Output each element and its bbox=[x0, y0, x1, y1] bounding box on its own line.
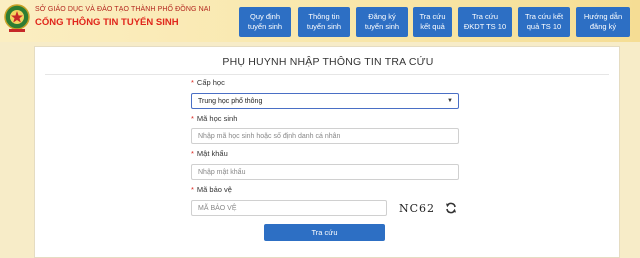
nav-admission-registration[interactable]: Đăng ký tuyển sinh bbox=[356, 7, 408, 37]
provincial-emblem-icon bbox=[4, 4, 30, 32]
site-header: SỞ GIÁO DỤC VÀ ĐÀO TẠO THÀNH PHỐ ĐỒNG NA… bbox=[0, 0, 640, 42]
captcha-image: NC62 bbox=[398, 201, 436, 215]
level-label: * Cấp học bbox=[191, 78, 225, 87]
organization-name: SỞ GIÁO DỤC VÀ ĐÀO TẠO THÀNH PHỐ ĐỒNG NA… bbox=[35, 6, 211, 13]
nav-registration-guide[interactable]: Hướng dẫn đăng ký bbox=[576, 7, 630, 37]
chevron-down-icon: ▼ bbox=[447, 98, 453, 104]
nav-label: Tra cứu kết quả TS 10 bbox=[524, 12, 564, 31]
nav-label: Thông tin tuyển sinh bbox=[306, 12, 342, 31]
form-title: PHỤ HUYNH NHẬP THÔNG TIN TRA CỨU bbox=[222, 56, 434, 68]
nav-lookup-registration-ts10[interactable]: Tra cứu ĐKDT TS 10 bbox=[458, 7, 512, 37]
nav-label: Quy định tuyển sinh bbox=[247, 12, 283, 31]
level-select-value: Trung học phổ thông bbox=[198, 97, 263, 105]
title-divider bbox=[45, 74, 609, 75]
student-id-label: * Mã học sinh bbox=[191, 114, 238, 123]
nav-label: Tra cứu ĐKDT TS 10 bbox=[463, 12, 507, 31]
nav-label: Tra cứu kết quả bbox=[419, 12, 446, 31]
nav-lookup-results[interactable]: Tra cứu kết quả bbox=[413, 7, 452, 37]
password-label: * Mật khẩu bbox=[191, 149, 228, 158]
nav-label: Đăng ký tuyển sinh bbox=[364, 12, 400, 31]
nav-label: Hướng dẫn đăng ký bbox=[583, 12, 623, 31]
captcha-label: * Mã bảo vệ bbox=[191, 185, 232, 194]
nav-regulations[interactable]: Quy định tuyển sinh bbox=[239, 7, 291, 37]
lookup-submit-button[interactable]: Tra cứu bbox=[264, 224, 385, 241]
required-mark: * bbox=[191, 185, 194, 194]
required-mark: * bbox=[191, 114, 194, 123]
nav-lookup-results-ts10[interactable]: Tra cứu kết quả TS 10 bbox=[518, 7, 570, 37]
refresh-icon[interactable] bbox=[444, 200, 458, 216]
required-mark: * bbox=[191, 78, 194, 87]
nav-admission-info[interactable]: Thông tin tuyển sinh bbox=[298, 7, 350, 37]
required-mark: * bbox=[191, 149, 194, 158]
level-select[interactable]: Trung học phổ thông ▼ bbox=[191, 93, 459, 109]
portal-name: CỔNG THÔNG TIN TUYỂN SINH bbox=[35, 17, 179, 28]
student-id-input[interactable]: Nhập mã học sinh hoặc số định danh cá nh… bbox=[191, 128, 459, 144]
password-input[interactable]: Nhập mật khẩu bbox=[191, 164, 459, 180]
lookup-form-panel: PHỤ HUYNH NHẬP THÔNG TIN TRA CỨU * Cấp họ… bbox=[34, 46, 620, 258]
captcha-input[interactable]: MÃ BẢO VỆ bbox=[191, 200, 387, 216]
